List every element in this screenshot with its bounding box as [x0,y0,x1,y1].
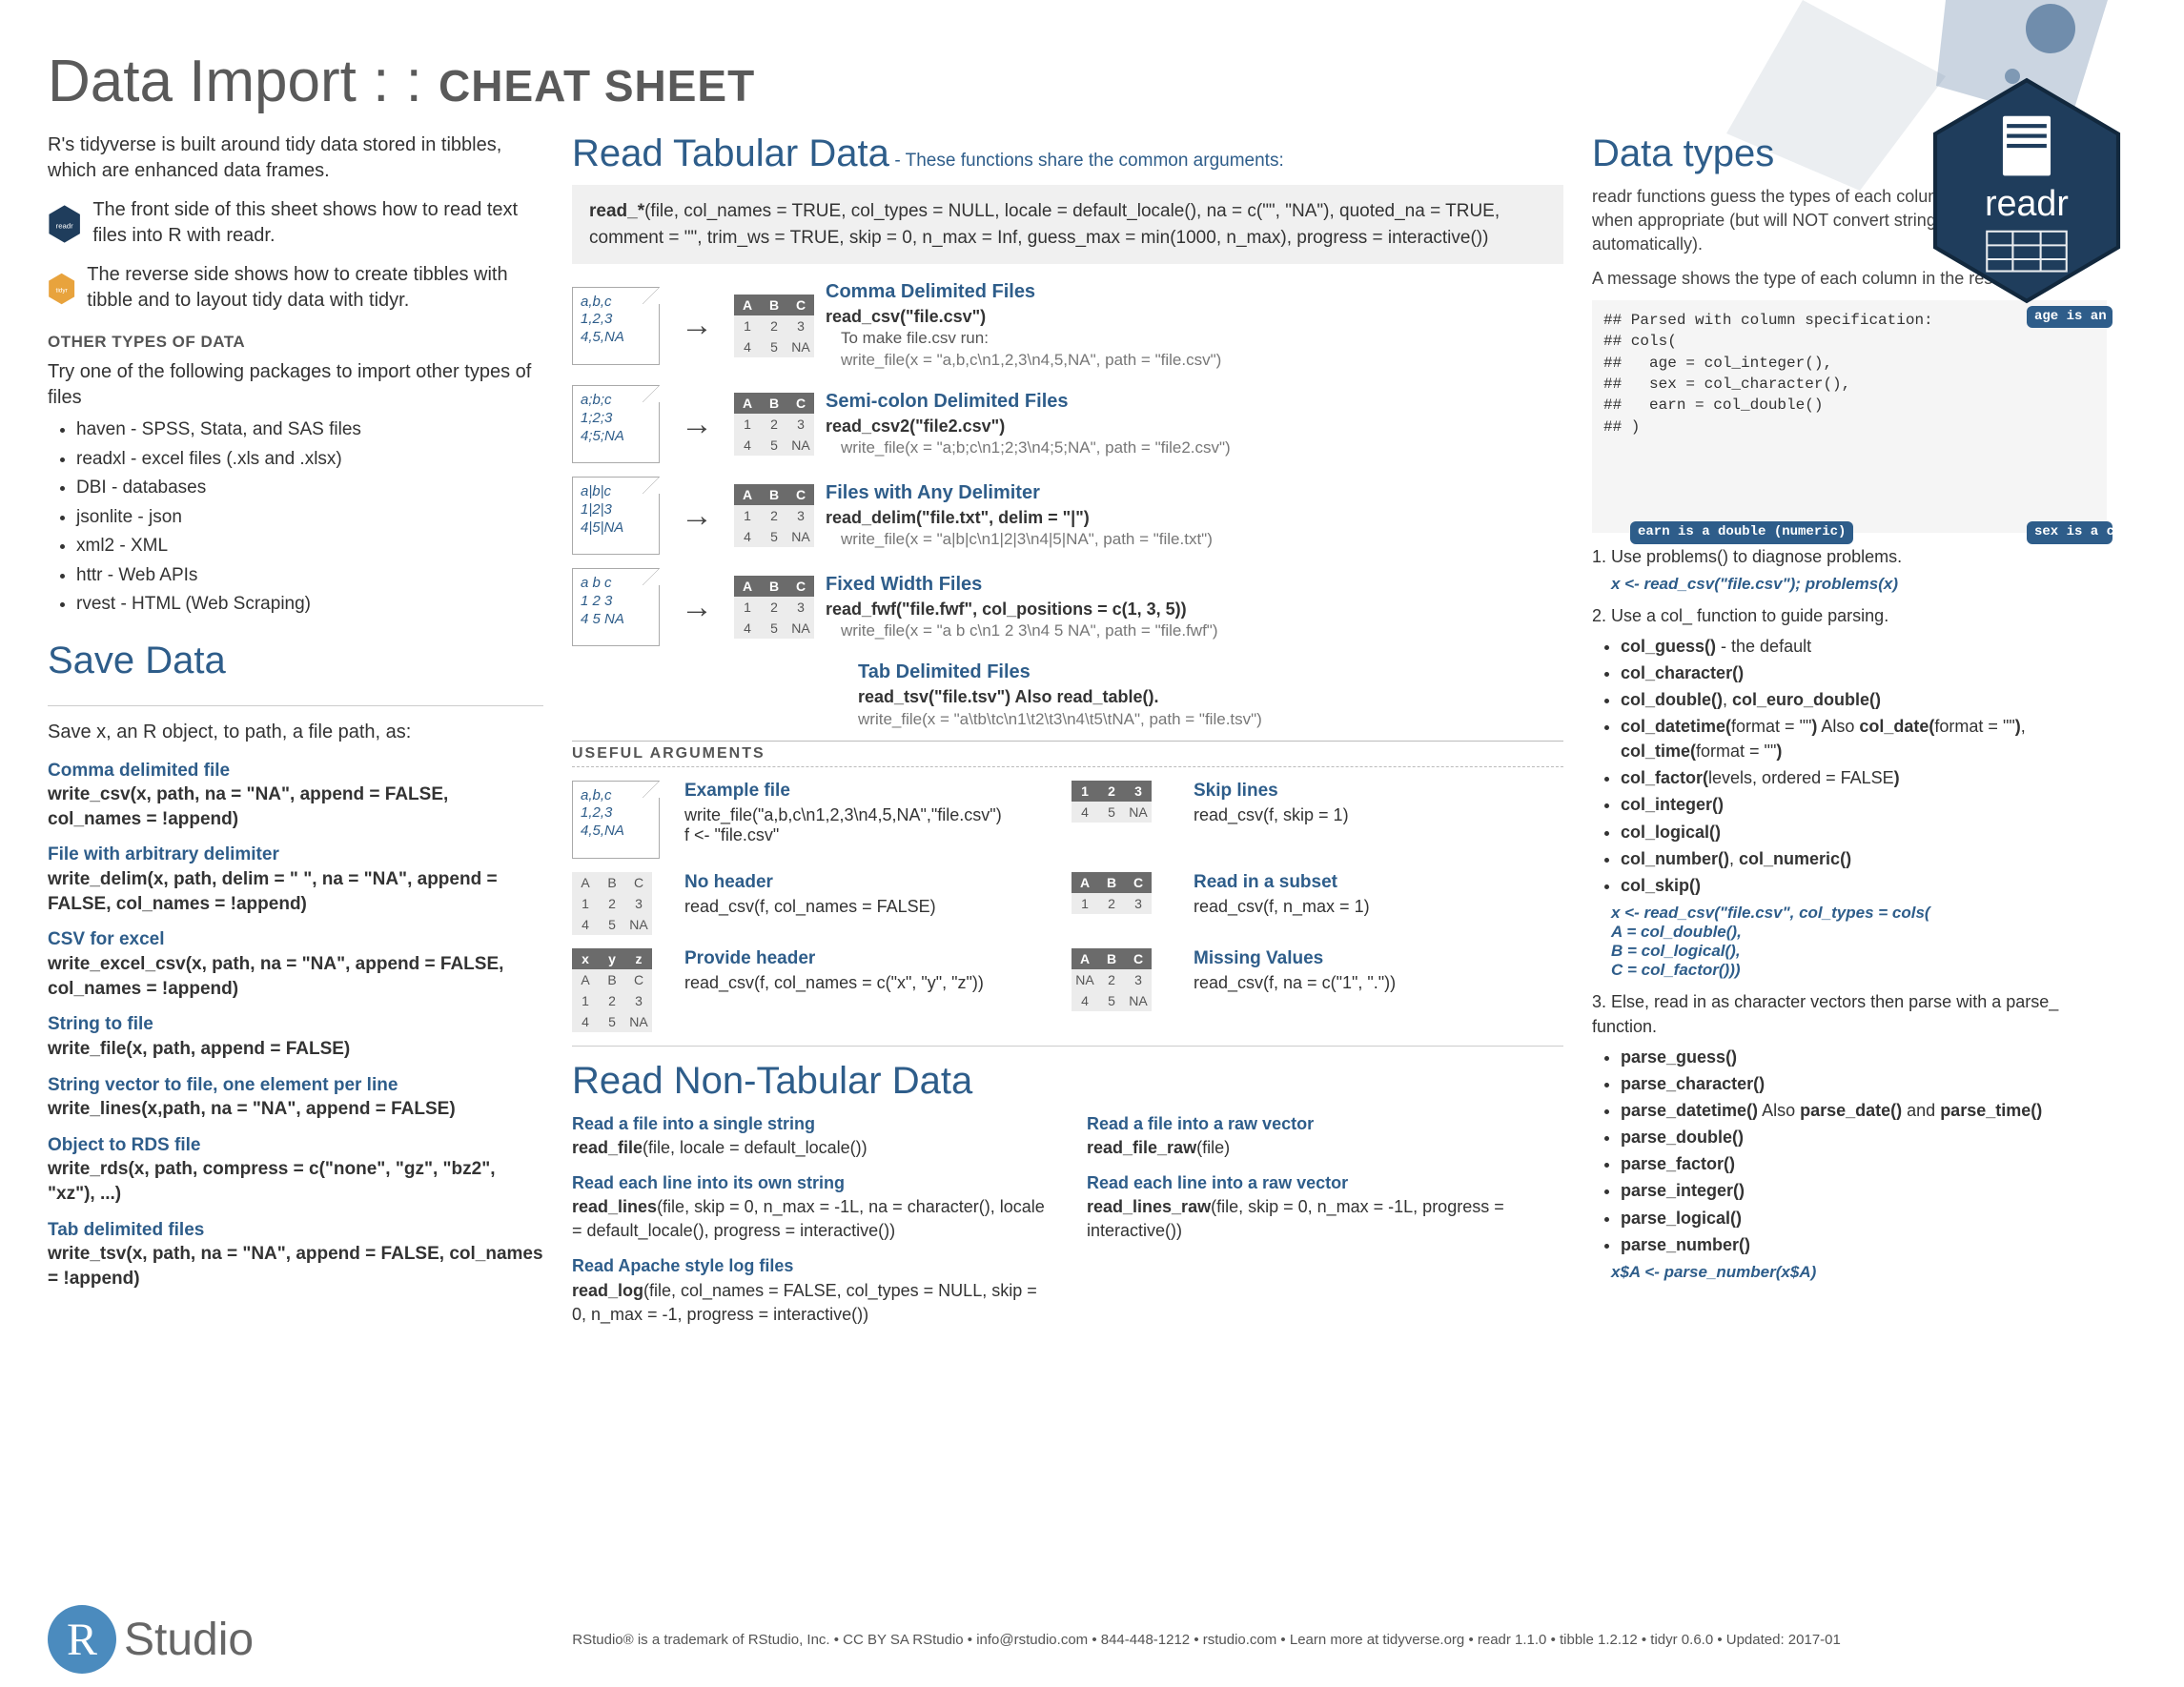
save-csv: Comma delimited filewrite_csv(x, path, n… [48,759,543,832]
other-types-intro: Try one of the following packages to imp… [48,359,543,411]
arrow-icon: → [671,307,723,344]
example-file-icon: a,b,c1,2,34,5,NA [572,781,660,859]
file-preview: a|b|c1|2|34|5|NA [572,477,660,555]
read-tabular-heading: Read Tabular Data - These functions shar… [572,132,1563,185]
step2: 2. Use a col_ function to guide parsing. [1592,603,2107,628]
read-nontabular-header: Read Non-Tabular Data [572,1060,972,1103]
read-signature-box: read_*read_*(file, col_names = TRUE, col… [572,185,1563,264]
data-types-header: Data types [1592,132,1774,175]
save-lines: String vector to file, one element per l… [48,1073,543,1122]
ua-skip-lines: Skip lines read_csv(f, skip = 1) [1194,781,1563,825]
read-row-1: a;b;c1;2;34;5;NA → ABC12345NA Semi-colon… [572,385,1563,463]
subset-table-icon: ABC123 [1072,872,1152,914]
nt-read-lines: Read each line into its own stringread_l… [572,1171,1049,1244]
rstudio-wordmark: Studio [124,1614,254,1666]
file-preview: a b c1 2 34 5 NA [572,568,660,646]
svg-text:readr: readr [56,221,74,230]
title-prefix: Data Import : : [48,49,439,114]
read-row-2: a|b|c1|2|34|5|NA → ABC12345NA Files with… [572,477,1563,555]
useful-args-header: USEFUL ARGUMENTS [572,741,1563,767]
step1-code: x <- read_csv("file.csv"); problems(x) [1592,575,2107,594]
noheader-table-icon: ABC12345NA [572,872,652,935]
save-delim: File with arbitrary delimiterwrite_delim… [48,843,543,916]
svg-text:tidyr: tidyr [56,288,69,295]
readr-hex-logo: readr [1927,76,2127,311]
save-file: String to filewrite_file(x, path, append… [48,1012,543,1061]
tidyr-small-hex-icon: tidyr [48,262,75,315]
ua-missing: Missing Values read_csv(f, na = c("1", "… [1194,948,1563,993]
provide-header-table-icon: xyzABC12345NA [572,948,652,1032]
read-tsv-block: Tab Delimited Files read_tsv("file.tsv")… [858,660,1563,730]
save-excel-csv: CSV for excelwrite_excel_csv(x, path, na… [48,927,543,1001]
file-preview: a,b,c1,2,34,5,NA [572,287,660,365]
svg-text:readr: readr [1985,183,2069,223]
step1: 1. Use problems() to diagnose problems. [1592,544,2107,569]
callout-sex: sex is a character [2027,521,2113,543]
step3-code: x$A <- parse_number(x$A) [1592,1263,2107,1282]
ua-example-file: Example file write_file("a,b,c\n1,2,3\n4… [684,781,1054,845]
rstudio-logo-icon: R [48,1605,116,1674]
result-table: ABC12345NA [734,484,814,547]
save-rds: Object to RDS filewrite_rds(x, path, com… [48,1133,543,1207]
step2-code: x <- read_csv("file.csv", col_types = co… [1592,904,2107,980]
missing-table-icon: ABCNA2345NA [1072,948,1152,1011]
front-side-text: The front side of this sheet shows how t… [92,197,543,249]
read-row-0: a,b,c1,2,34,5,NA → ABC12345NA Comma Deli… [572,279,1563,372]
readr-small-hex-icon: readr [48,197,81,251]
save-data-intro: Save x, an R object, to path, a file pat… [48,720,543,745]
result-table: ABC12345NA [734,295,814,357]
result-table: ABC12345NA [734,576,814,639]
footer-text: RStudio® is a trademark of RStudio, Inc.… [276,1632,2136,1648]
skip-table-icon: 12345NA [1072,781,1152,823]
nt-read-file-raw: Read a file into a raw vectorread_file_r… [1087,1112,1563,1160]
step3: 3. Else, read in as character vectors th… [1592,989,2107,1039]
read-row-3: a b c1 2 34 5 NA → ABC12345NA Fixed Widt… [572,568,1563,646]
ua-subset: Read in a subset read_csv(f, n_max = 1) [1194,872,1563,917]
title-suffix: CHEAT SHEET [439,61,755,111]
parse-fn-list: parse_guess() parse_character() parse_da… [1592,1045,2107,1257]
file-preview: a;b;c1;2;34;5;NA [572,385,660,463]
nt-read-lines-raw: Read each line into a raw vectorread_lin… [1087,1171,1563,1244]
ua-provide-header: Provide header read_csv(f, col_names = c… [684,948,1054,993]
footer: R Studio RStudio® is a trademark of RStu… [48,1605,2136,1674]
save-tsv: Tab delimited fileswrite_tsv(x, path, na… [48,1218,543,1291]
arrow-icon: → [671,589,723,626]
col-fn-list: col_guess() - the default col_character(… [1592,634,2107,898]
col-spec-code: ## Parsed with column specification: ## … [1592,300,2107,533]
arrow-icon: → [671,498,723,535]
ua-no-header: No header read_csv(f, col_names = FALSE) [684,872,1054,917]
save-data-header: Save Data [48,640,226,682]
nt-read-log: Read Apache style log filesread_log(file… [572,1254,1049,1327]
other-types-list: haven - SPSS, Stata, and SAS files readx… [48,417,543,619]
callout-earn: earn is a double (numeric) [1630,521,1853,543]
other-types-header: OTHER TYPES OF DATA [48,333,543,352]
arrow-icon: → [671,406,723,443]
reverse-side-text: The reverse side shows how to create tib… [87,262,543,314]
result-table: ABC12345NA [734,393,814,456]
intro-text: R's tidyverse is built around tidy data … [48,132,543,184]
nt-read-file: Read a file into a single stringread_fil… [572,1112,1049,1160]
page-title: Data Import : : CHEAT SHEET [48,48,2136,115]
